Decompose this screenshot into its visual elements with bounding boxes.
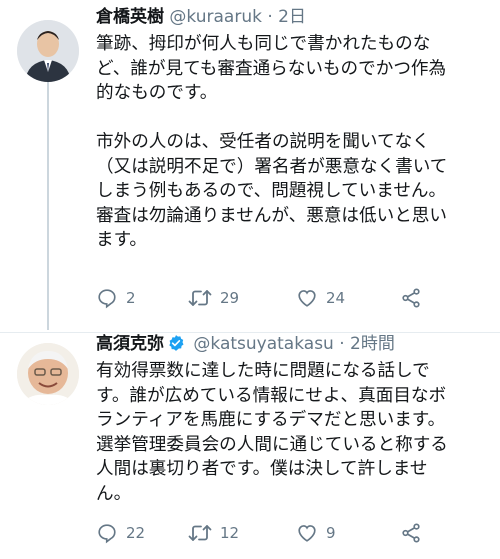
share-button[interactable] xyxy=(400,521,422,545)
tweet-text-line: ます。 xyxy=(96,230,148,250)
verified-badge-icon xyxy=(169,335,184,351)
tweet-text-line: 的なものです。 xyxy=(96,83,218,103)
tweet-kuraaruk[interactable]: 倉橋英樹 @kuraaruk · 2日 筆跡、拇印が何人も同じで書かれたものな … xyxy=(0,0,500,332)
retweet-count: 29 xyxy=(220,289,240,307)
like-count: 24 xyxy=(326,289,346,307)
reply-button[interactable]: 2 xyxy=(96,286,136,310)
user-handle[interactable]: @kuraaruk xyxy=(169,7,262,27)
share-icon xyxy=(402,523,420,543)
user-handle[interactable]: @katsuyatakasu xyxy=(193,334,333,354)
tweet-text-line: す。誰が広めている情報にせよ、真面目なボ xyxy=(96,385,447,406)
tweet-text-line: 選挙管理委員会の人間に通じていると称する xyxy=(96,434,448,455)
tweet-text-line: ん。 xyxy=(96,483,132,504)
tweet-text: 有効得票数に達した時に問題になる話しで す。誰が広めている情報にせよ、真面目なボ… xyxy=(96,359,496,506)
tweet-text-line: 市外の人のは、受任者の説明を聞いてなく xyxy=(96,132,430,152)
tweet-text-line: 審査は勿論通りませんが、悪意は低いと思い xyxy=(96,205,447,226)
tweet-header: 高須克弥 @katsuyatakasu · 2時間 xyxy=(96,333,395,355)
reply-count: 22 xyxy=(126,524,146,542)
reply-icon xyxy=(98,524,116,544)
tweet-text-line: ランティアを馬鹿にするデマだと思います。 xyxy=(96,410,446,430)
share-icon xyxy=(402,288,420,308)
like-button[interactable]: 9 xyxy=(296,521,336,545)
tweet-header: 倉橋英樹 @kuraaruk · 2日 xyxy=(96,6,306,28)
timestamp[interactable]: · 2時間 xyxy=(339,334,395,354)
tweet-text-line: 有効得票数に達した時に問題になる話しで xyxy=(96,361,430,381)
avatar[interactable] xyxy=(17,343,79,405)
avatar[interactable] xyxy=(17,20,79,82)
tweet-text-line: 人間は裏切り者です。僕は決して許しませ xyxy=(96,459,428,479)
tweet-text-line: （又は説明不足で）署名者が悪意なく書いて xyxy=(96,156,448,177)
reply-count: 2 xyxy=(126,289,136,307)
tweet-actions: 22 12 9 xyxy=(96,521,436,545)
display-name[interactable]: 倉橋英樹 xyxy=(96,7,164,27)
tweet-actions: 2 29 24 xyxy=(96,286,436,310)
retweet-count: 12 xyxy=(220,524,240,542)
like-button[interactable]: 24 xyxy=(296,286,345,310)
tweet-text: 筆跡、拇印が何人も同じで書かれたものな ど、誰が見ても審査通らないものでかつ作為… xyxy=(96,32,496,253)
like-count: 9 xyxy=(326,524,336,542)
display-name[interactable]: 高須克弥 xyxy=(96,334,164,354)
tweet-katsuyatakasu[interactable]: 高須克弥 @katsuyatakasu · 2時間 有効得票数に達した時に問題に… xyxy=(0,332,500,559)
retweet-icon xyxy=(188,290,212,306)
timestamp[interactable]: · 2日 xyxy=(267,7,306,27)
tweet-text-line: しまう例もあるので、問題視していません。 xyxy=(96,181,447,201)
like-icon xyxy=(298,525,316,542)
retweet-icon xyxy=(188,525,212,541)
retweet-button[interactable]: 12 xyxy=(188,521,239,545)
reply-icon xyxy=(98,289,116,309)
like-icon xyxy=(298,290,316,307)
retweet-button[interactable]: 29 xyxy=(188,286,239,310)
tweet-text-line: ど、誰が見ても審査通らないものでかつ作為 xyxy=(96,58,447,79)
share-button[interactable] xyxy=(400,286,422,310)
reply-button[interactable]: 22 xyxy=(96,521,145,545)
tweet-text-line: 筆跡、拇印が何人も同じで書かれたものな xyxy=(96,34,431,54)
